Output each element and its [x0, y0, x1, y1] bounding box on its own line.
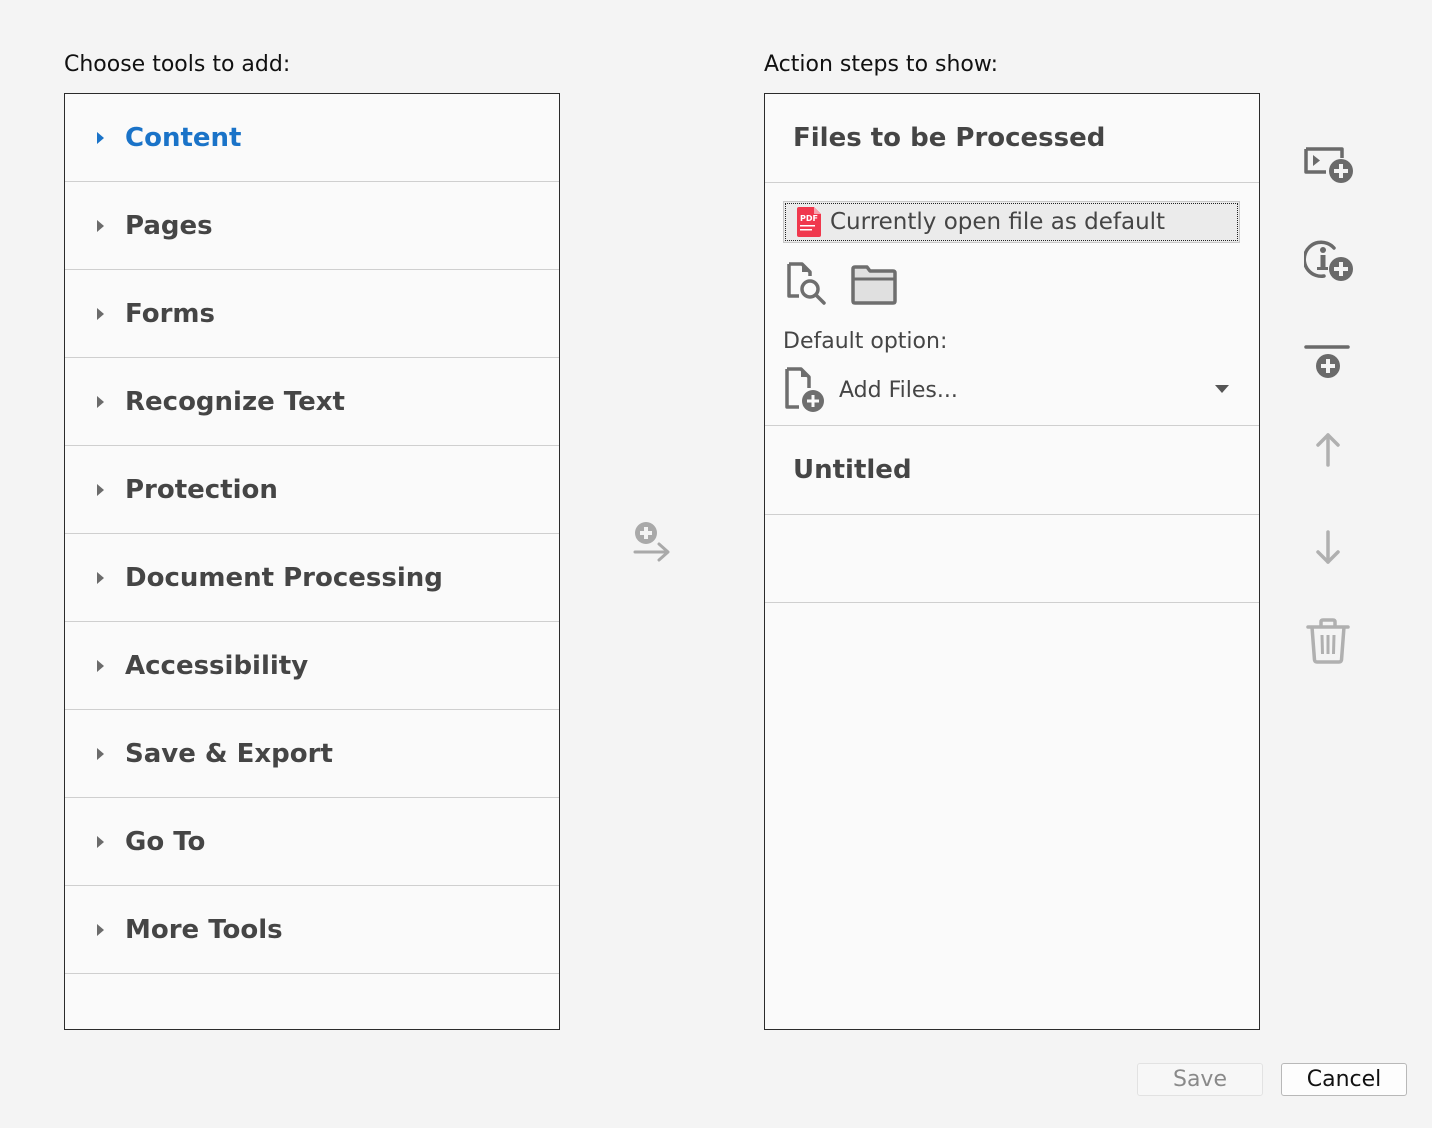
action-steps-list: Files to be Processed PDF Currently open… — [764, 93, 1260, 1030]
action-steps-label: Action steps to show: — [764, 52, 999, 77]
empty-step-row — [765, 515, 1259, 603]
default-option-dropdown[interactable]: Add Files... — [783, 365, 1233, 415]
caret-right-icon — [97, 395, 104, 408]
pdf-file-icon: PDF — [797, 207, 821, 237]
file-source-text: Currently open file as default — [830, 209, 1166, 235]
caret-right-icon — [97, 219, 104, 232]
move-up-button[interactable] — [1312, 430, 1344, 474]
new-instruction-step-button[interactable] — [1304, 146, 1354, 188]
add-panel-separator-icon — [1304, 345, 1350, 378]
file-source-item[interactable]: PDF Currently open file as default — [783, 201, 1240, 243]
caret-right-icon — [97, 571, 104, 584]
add-separator-button[interactable] — [1304, 342, 1354, 386]
tool-group-accessibility[interactable]: Accessibility — [65, 622, 559, 710]
tool-group-go-to[interactable]: Go To — [65, 798, 559, 886]
add-info-button[interactable] — [1302, 240, 1354, 288]
add-arrow-right-icon — [633, 522, 670, 562]
caret-right-icon — [97, 131, 104, 144]
tool-group-content[interactable]: Content — [65, 94, 559, 182]
add-instruction-step-icon — [1304, 147, 1353, 183]
add-info-icon — [1302, 240, 1353, 281]
caret-right-icon — [97, 747, 104, 760]
tool-group-more-tools[interactable]: More Tools — [65, 886, 559, 974]
tool-group-pages[interactable]: Pages — [65, 182, 559, 270]
folder-icon — [851, 265, 897, 305]
caret-right-icon — [97, 659, 104, 672]
tool-group-save-export[interactable]: Save & Export — [65, 710, 559, 798]
caret-right-icon — [97, 923, 104, 936]
default-option-value: Add Files... — [839, 377, 958, 403]
cancel-button[interactable]: Cancel — [1281, 1063, 1407, 1096]
move-down-icon — [1316, 530, 1340, 564]
delete-icon — [1306, 618, 1350, 664]
document-search-icon — [787, 262, 826, 305]
tool-group-document-processing[interactable]: Document Processing — [65, 534, 559, 622]
untitled-step-heading[interactable]: Untitled — [765, 426, 1259, 515]
caret-right-icon — [97, 835, 104, 848]
browse-file-button[interactable] — [785, 261, 831, 311]
tool-group-recognize-text[interactable]: Recognize Text — [65, 358, 559, 446]
default-option-label: Default option: — [783, 329, 948, 354]
caret-right-icon — [97, 307, 104, 320]
delete-button[interactable] — [1306, 618, 1352, 670]
save-button[interactable]: Save — [1137, 1063, 1263, 1096]
add-file-icon — [785, 367, 824, 412]
files-step-block: PDF Currently open file as default Defau… — [765, 183, 1259, 426]
add-to-steps-button[interactable] — [632, 520, 672, 568]
move-down-button[interactable] — [1312, 527, 1344, 571]
choose-tools-label: Choose tools to add: — [64, 52, 291, 77]
tools-list: Content Pages Forms Recognize Text Prote… — [64, 93, 560, 1030]
files-to-be-processed-heading[interactable]: Files to be Processed — [765, 94, 1259, 183]
pdf-badge-text: PDF — [800, 214, 818, 223]
caret-right-icon — [97, 483, 104, 496]
move-up-icon — [1316, 433, 1340, 467]
tool-group-forms[interactable]: Forms — [65, 270, 559, 358]
browse-folder-button[interactable] — [851, 265, 897, 309]
tool-group-protection[interactable]: Protection — [65, 446, 559, 534]
chevron-down-icon — [1215, 385, 1229, 393]
